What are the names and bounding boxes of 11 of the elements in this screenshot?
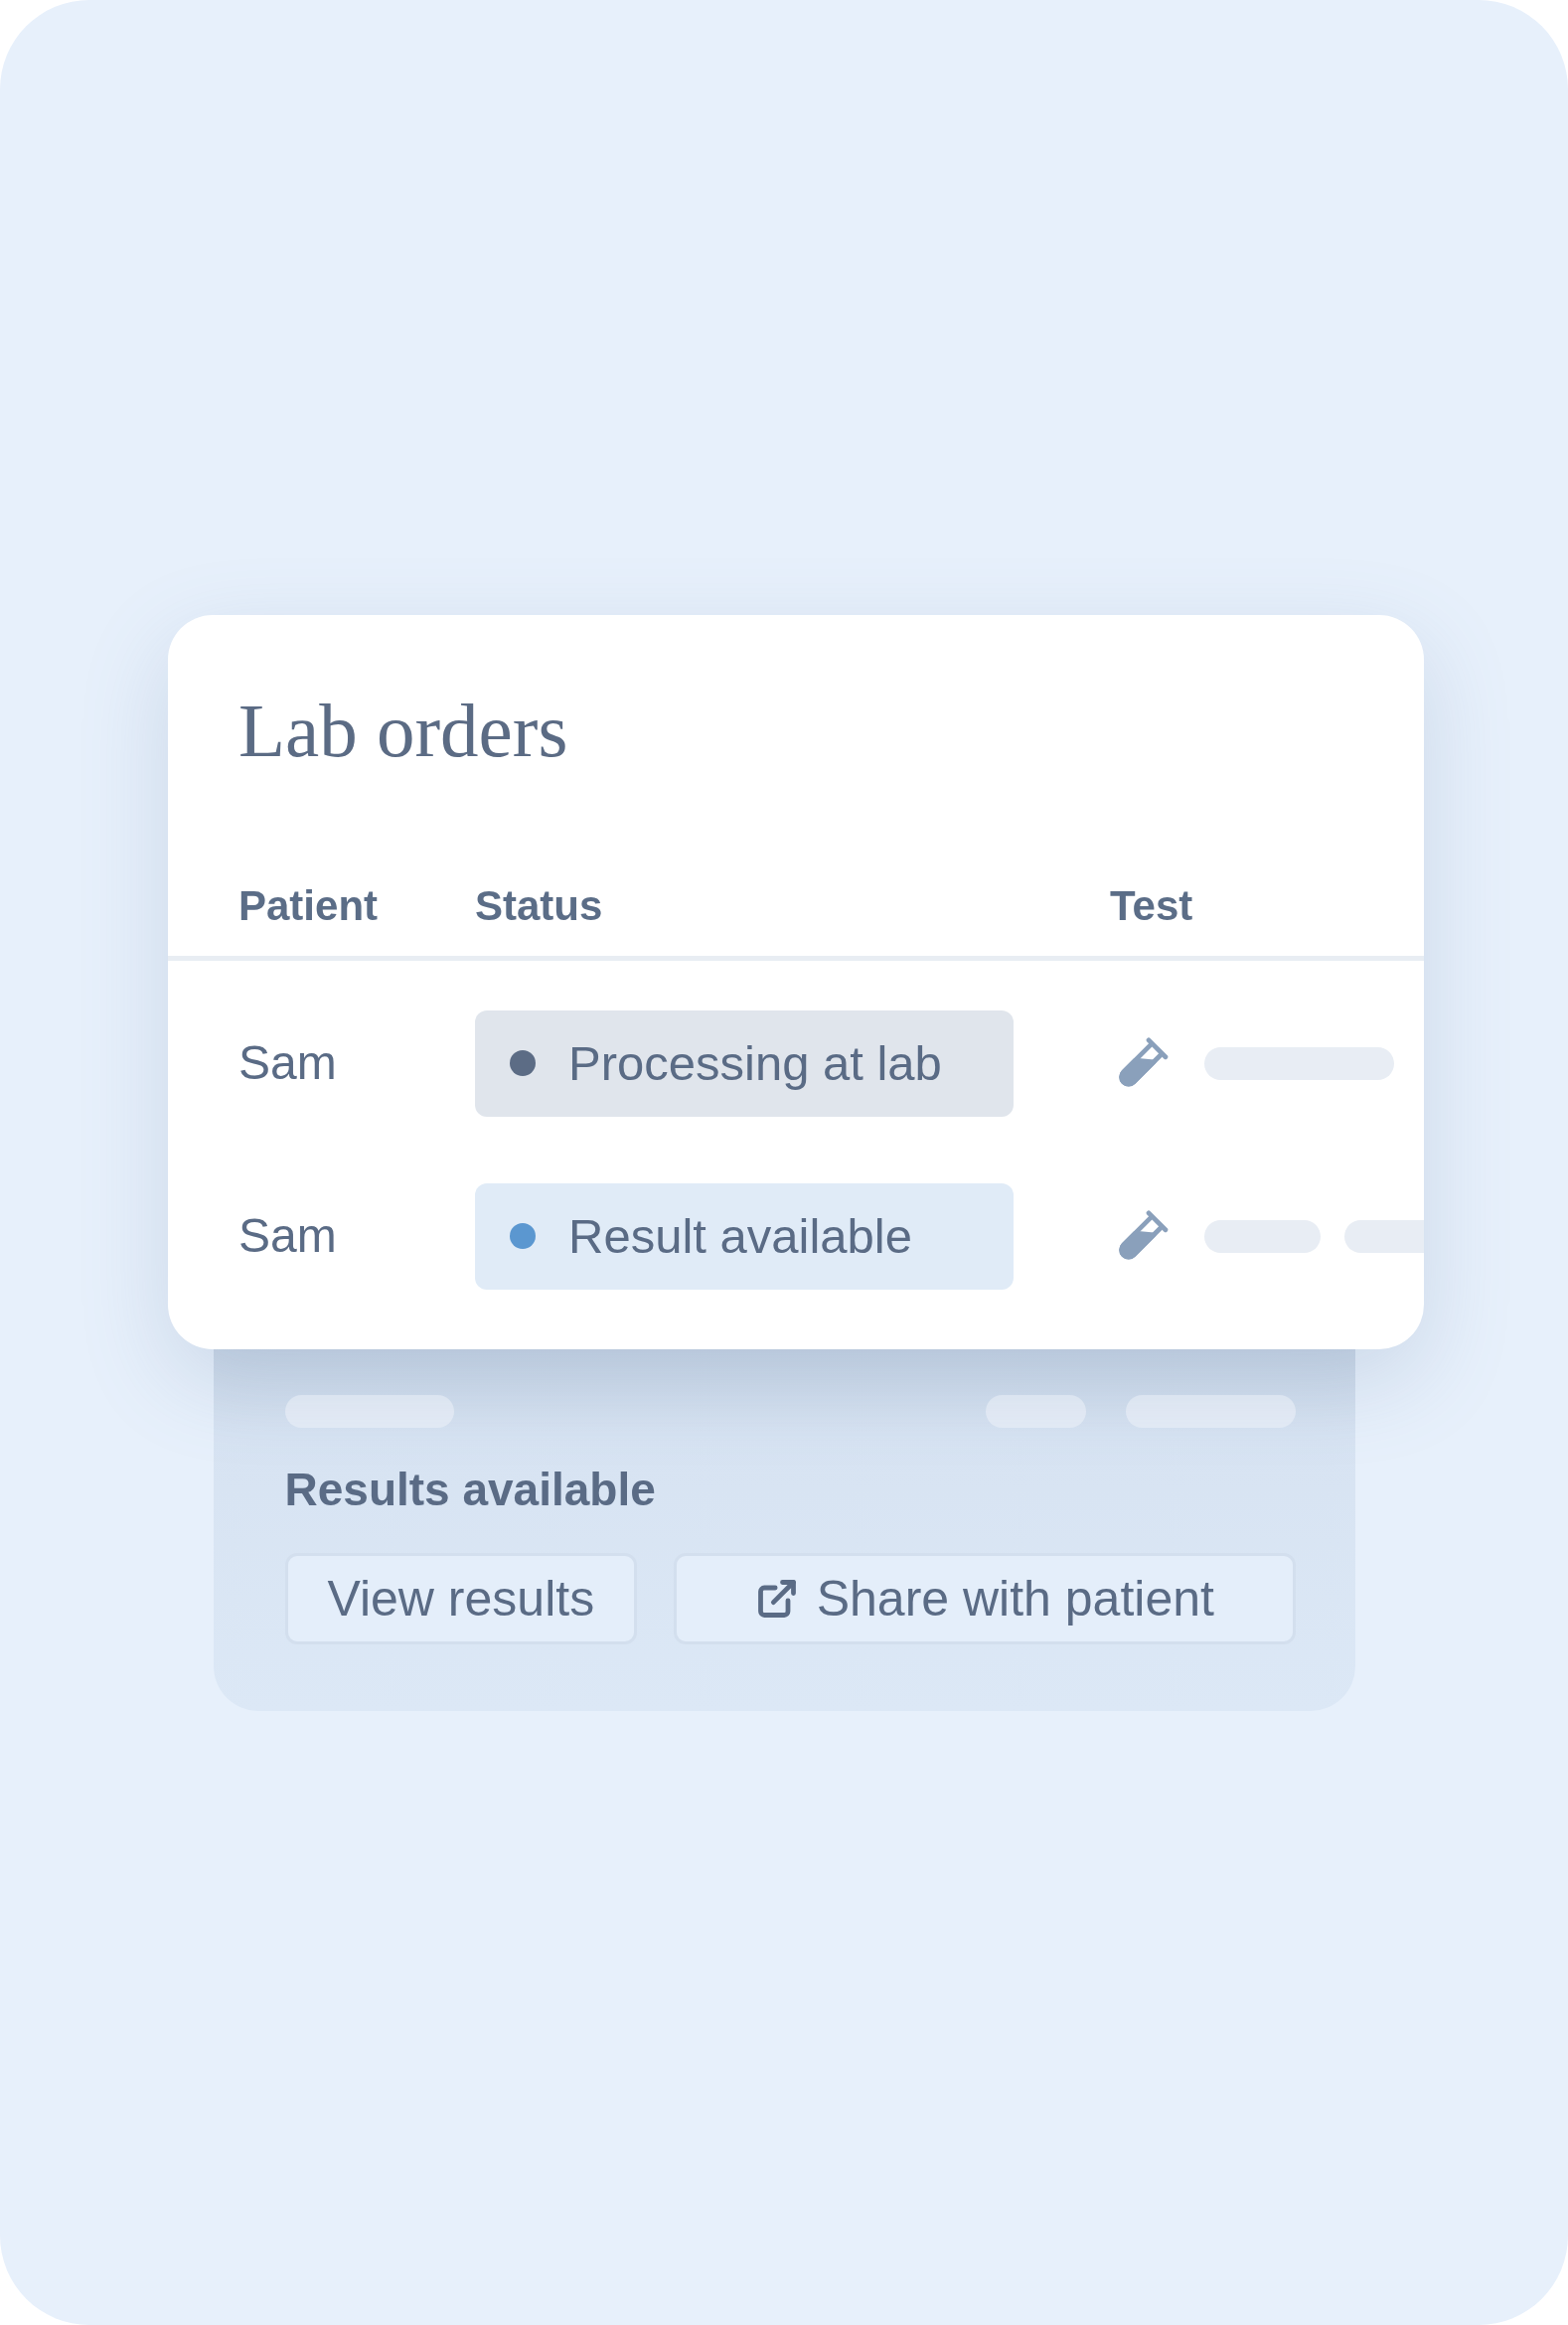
column-header: Test — [1110, 881, 1193, 930]
results-heading: Results available — [284, 1463, 656, 1516]
card-title: Lab orders — [238, 686, 568, 774]
status-label: Result available — [568, 1208, 912, 1264]
share-button[interactable]: Share with patient — [674, 1552, 1296, 1644]
view-results-button[interactable]: View results — [284, 1552, 638, 1644]
column-header: Status — [475, 881, 603, 930]
patient-name: Sam — [238, 1035, 337, 1091]
column-header: Patient — [238, 881, 379, 930]
status-label: Processing at lab — [568, 1035, 942, 1091]
patient-name: Sam — [238, 1208, 337, 1264]
